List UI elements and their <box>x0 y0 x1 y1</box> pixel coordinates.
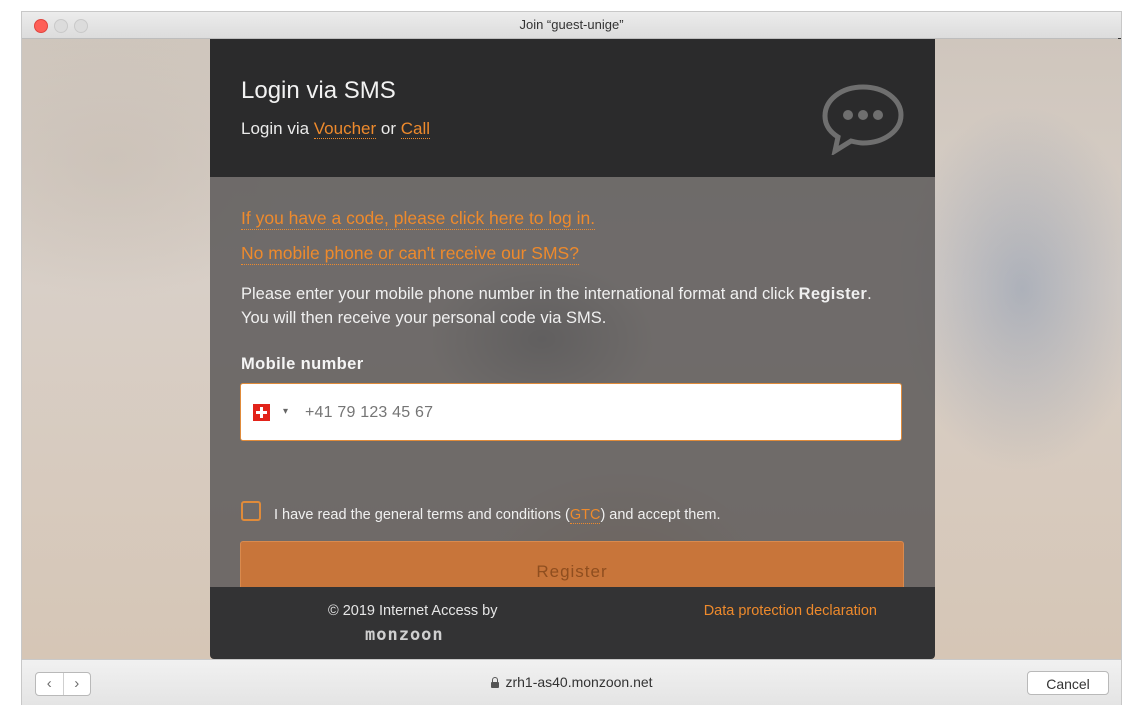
minimize-window-button[interactable] <box>54 19 68 33</box>
card-body: If you have a code, please click here to… <box>210 177 935 601</box>
swiss-flag-icon[interactable] <box>253 404 270 421</box>
login-alternatives-or: or <box>376 119 401 138</box>
browser-window: Join “guest-unige” Login via SMS Login v… <box>22 12 1121 705</box>
page-title: Login via SMS <box>241 77 396 104</box>
mobile-number-input[interactable] <box>303 384 867 442</box>
country-dropdown-caret[interactable]: ▾ <box>283 404 288 420</box>
have-code-link[interactable]: If you have a code, please click here to… <box>241 208 596 230</box>
window-titlebar: Join “guest-unige” <box>22 12 1121 39</box>
browser-bottom-bar: ‹ › zrh1-as40.monzoon.net Cancel <box>22 659 1121 705</box>
url-text: zrh1-as40.monzoon.net <box>505 674 653 690</box>
data-protection-link[interactable]: Data protection declaration <box>704 603 877 619</box>
instructions-part1: Please enter your mobile phone number in… <box>241 285 799 303</box>
card-footer: © 2019 Internet Access by monzoon Data p… <box>210 587 935 659</box>
instructions-bold: Register <box>798 285 868 303</box>
terms-suffix: ) and accept them. <box>600 507 721 523</box>
terms-label: I have read the general terms and condit… <box>274 507 721 524</box>
login-alternatives-prefix: Login via <box>241 119 314 138</box>
monzoon-logo: monzoon <box>365 625 444 645</box>
no-sms-link[interactable]: No mobile phone or can't receive our SMS… <box>241 243 579 265</box>
terms-checkbox[interactable] <box>241 501 261 521</box>
instructions-text: Please enter your mobile phone number in… <box>241 282 901 330</box>
cancel-button[interactable]: Cancel <box>1027 671 1109 695</box>
login-alternatives: Login via Voucher or Call <box>241 119 431 139</box>
chat-bubble-icon <box>822 84 904 155</box>
terms-prefix: I have read the general terms and condit… <box>274 507 570 523</box>
close-window-button[interactable] <box>34 19 48 33</box>
zoom-window-button[interactable] <box>74 19 88 33</box>
mobile-number-label: Mobile number <box>241 355 364 373</box>
login-card: Login via SMS Login via Voucher or Call … <box>210 39 935 659</box>
mobile-number-field[interactable]: ▾ <box>240 383 902 442</box>
window-title: Join “guest-unige” <box>519 17 624 32</box>
call-link[interactable]: Call <box>400 119 431 139</box>
gtc-link[interactable]: GTC <box>569 507 601 524</box>
url-display: zrh1-as40.monzoon.net <box>22 674 1121 690</box>
card-header: Login via SMS Login via Voucher or Call <box>210 39 935 177</box>
voucher-link[interactable]: Voucher <box>313 119 377 139</box>
lock-icon <box>490 677 500 688</box>
copyright-text: © 2019 Internet Access by <box>328 603 498 619</box>
